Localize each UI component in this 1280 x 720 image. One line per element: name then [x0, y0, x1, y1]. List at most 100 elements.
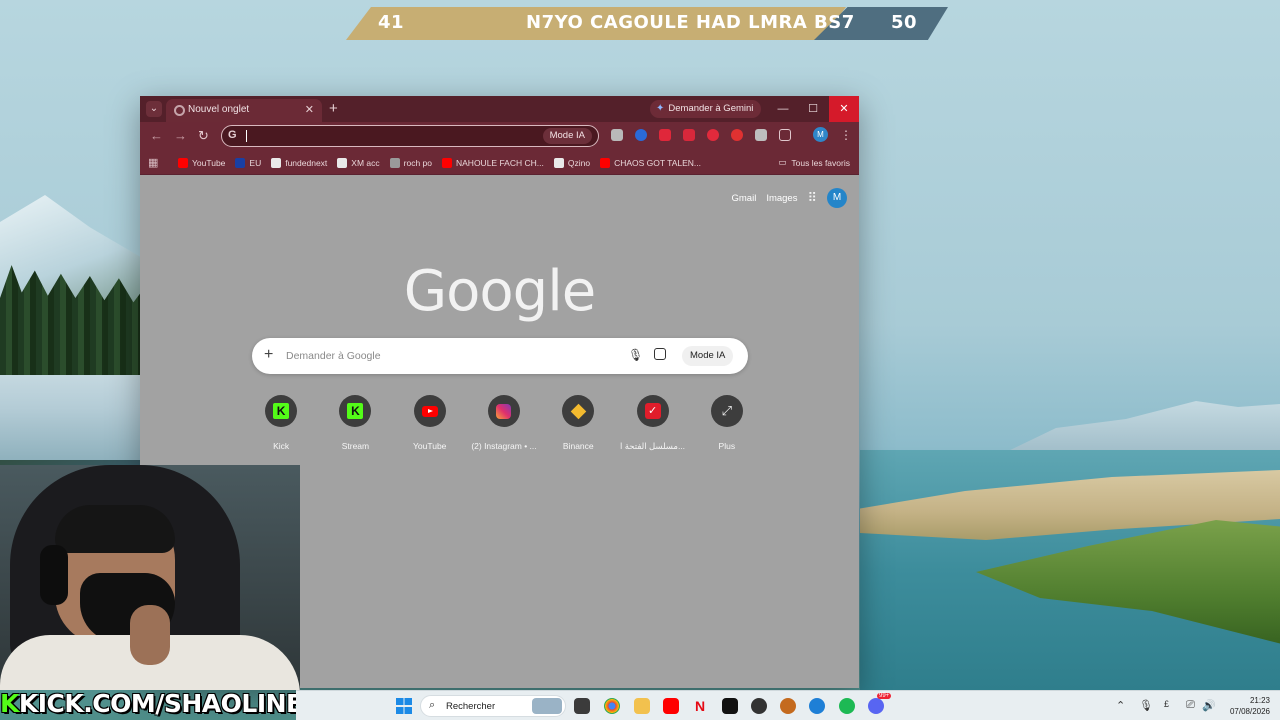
streamer-hair [55, 505, 175, 553]
extension-icon-1[interactable] [611, 129, 623, 141]
score-left: 41 [378, 12, 405, 33]
close-window-button[interactable]: ✕ [829, 96, 859, 122]
shortcut-tile[interactable]: K Stream [318, 395, 392, 452]
shortcut-label: مسلسل الفتحة ا... [620, 441, 686, 451]
bookmark-label: XM acc [351, 157, 380, 168]
shortcut-tile[interactable]: ⤢ Plus [690, 395, 764, 452]
extension-icon-2[interactable] [635, 129, 647, 141]
tab-close-icon[interactable]: ✕ [305, 103, 314, 116]
windows-start-icon[interactable] [396, 698, 412, 714]
apps-grid-icon[interactable]: ▦ [148, 156, 158, 169]
shortcut-label: YouTube [413, 441, 447, 451]
bookmark-item[interactable]: roch po [389, 157, 432, 168]
back-icon[interactable]: ← [150, 128, 163, 143]
netflix-icon[interactable]: N [692, 698, 708, 714]
profile-avatar[interactable]: M [813, 127, 828, 142]
bookmark-item[interactable]: Qzino [553, 157, 590, 168]
score-overlay: 41 N7YO CAGOULE HAD LMRA BS7 50 [346, 7, 948, 40]
bookmark-item[interactable]: fundednext [271, 157, 328, 168]
microphone-icon[interactable]: 🎙 [628, 348, 643, 362]
discord-icon[interactable] [868, 698, 884, 714]
extension-icon-7[interactable] [755, 129, 767, 141]
shortcut-tile[interactable]: YouTube [393, 395, 467, 452]
bookmark-favicon-icon [271, 157, 282, 168]
shortcut-tile[interactable]: Binance [541, 395, 615, 452]
gmail-link[interactable]: Gmail [732, 193, 757, 204]
all-bookmarks-button[interactable]: ▭ Tous les favoris [778, 157, 850, 168]
title-bar: ⌄ Nouvel onglet ✕ + ✦ Demander à Gemini … [140, 96, 859, 122]
task-view-icon[interactable] [574, 698, 590, 714]
widget-icon[interactable] [532, 698, 562, 714]
search-mode-ia-button[interactable]: Mode IA [682, 346, 734, 366]
youtube-icon [413, 395, 446, 427]
discord-badge: 99+ [877, 693, 892, 699]
tab-new-tab[interactable]: Nouvel onglet ✕ [166, 99, 322, 122]
forward-icon[interactable]: → [174, 128, 187, 143]
webcam-overlay [0, 465, 300, 690]
shortcut-label: Kick [273, 441, 290, 451]
score-title: N7YO CAGOULE HAD LMRA BS7 [526, 12, 855, 33]
streamer-hand [130, 605, 170, 665]
edge-icon[interactable] [809, 698, 825, 714]
search-placeholder: Demander à Google [286, 350, 381, 362]
maximize-button[interactable]: ☐ [798, 96, 828, 122]
omnibox-mode-ia-button[interactable]: Mode IA [542, 128, 592, 144]
volume-icon[interactable]: 🔊 [1202, 699, 1216, 712]
shortcut-label: (2) Instagram • ... [471, 441, 537, 451]
shortcut-tile[interactable]: ✓ مسلسل الفتحة ا... [615, 395, 689, 452]
brave-icon[interactable] [780, 698, 796, 714]
bookmark-label: fundednext [285, 157, 328, 168]
microphone-tray-icon[interactable]: 🎙 [1139, 699, 1153, 712]
bookmark-item[interactable]: XM acc [337, 157, 380, 168]
bookmark-item[interactable]: EU [235, 157, 261, 168]
shortcut-tile[interactable]: K Kick [244, 395, 318, 452]
gemini-label: Demander à Gemini [668, 103, 754, 114]
adblock-icon[interactable] [707, 129, 719, 141]
lock-extension-icon[interactable] [659, 129, 671, 141]
plus-icon[interactable]: + [264, 346, 273, 364]
tab-search-button[interactable]: ⌄ [146, 101, 162, 117]
kick-icon: K [339, 395, 372, 427]
address-bar[interactable]: G Mode IA [221, 125, 599, 147]
clock-date: 07/08/2026 [1229, 707, 1270, 716]
chevron-up-icon[interactable]: ⌃ [1116, 699, 1125, 712]
bookmark-list: YouTube EU fundednext XM acc roch po NAHOULE … [178, 150, 701, 175]
network-icon[interactable]: ⎚ [1186, 699, 1195, 712]
kick-k-logo: K [0, 689, 19, 718]
score-right: 50 [891, 12, 918, 33]
youtube-taskbar-icon[interactable] [663, 698, 679, 714]
google-search-box[interactable]: + Demander à Google 🎙 Mode IA [252, 338, 748, 374]
bookmark-favicon-icon [389, 157, 400, 168]
file-explorer-icon[interactable] [634, 698, 650, 714]
app-a-icon[interactable] [722, 698, 738, 714]
new-tab-button[interactable]: + [329, 100, 338, 117]
bookmark-item[interactable]: NAHOULE FACH CH... [442, 157, 544, 168]
spotify-icon[interactable] [839, 698, 855, 714]
instagram-icon [487, 395, 520, 427]
menu-icon[interactable]: ⋮ [840, 128, 852, 142]
taskbar-search-label: Rechercher [446, 701, 496, 712]
bookmark-item[interactable]: CHAOS GOT TALEN... [600, 157, 701, 168]
all-bookmarks-label: Tous les favoris [791, 157, 850, 168]
puzzle-icon[interactable] [779, 129, 791, 141]
extension-icon-6[interactable] [731, 129, 743, 141]
images-link[interactable]: Images [766, 193, 797, 204]
shortcut-tile[interactable]: (2) Instagram • ... [467, 395, 541, 452]
extension-icon-4[interactable] [683, 129, 695, 141]
kick-banner: KKICK.COM/SHAOLINE [0, 689, 303, 720]
google-g-icon: G [228, 129, 237, 141]
toolbar: ← → ↻ G Mode IA M ⋮ [140, 122, 859, 150]
reload-icon[interactable]: ↻ [198, 128, 209, 144]
clock[interactable]: 21:23 07/08/2026 [1230, 695, 1270, 717]
bookmark-item[interactable]: YouTube [178, 157, 225, 168]
minimize-button[interactable]: — [768, 96, 798, 122]
obs-icon[interactable] [751, 698, 767, 714]
google-lens-icon[interactable] [654, 348, 666, 360]
google-apps-icon[interactable]: ⠿ [807, 190, 817, 206]
gemini-button[interactable]: ✦ Demander à Gemini [650, 100, 762, 118]
account-avatar[interactable]: M [827, 188, 847, 208]
currency-icon[interactable]: £ [1164, 699, 1169, 709]
kick-icon: K [265, 395, 298, 427]
chrome-taskbar-icon[interactable] [604, 698, 620, 714]
tab-title: Nouvel onglet [188, 104, 250, 115]
